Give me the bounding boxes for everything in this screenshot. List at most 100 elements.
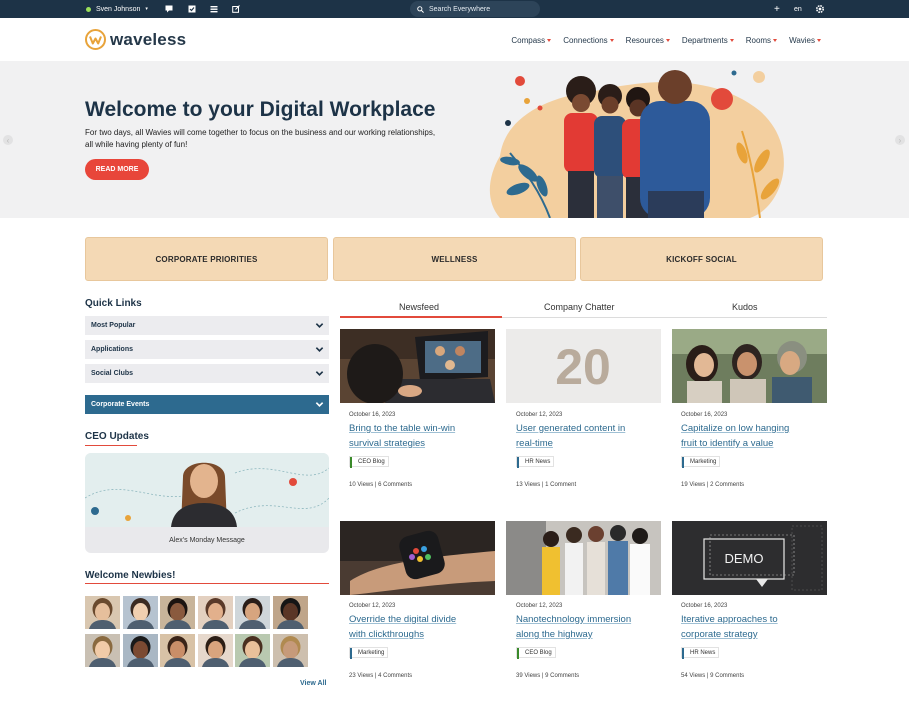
chat-icon[interactable] [164, 4, 173, 13]
site-header: waveless Compass Connections Resources D… [0, 18, 909, 61]
card-tag[interactable]: HR News [516, 456, 555, 468]
ceo-message-card[interactable]: Alex's Monday Message [85, 453, 329, 553]
card-tag-label: Marketing [690, 458, 717, 465]
quick-link-social-clubs[interactable]: Social Clubs [85, 364, 329, 383]
newbie-avatar[interactable] [160, 596, 195, 629]
nav-wavies[interactable]: Wavies [789, 36, 821, 45]
card-stats: 54 Views | 9 Comments [681, 673, 745, 679]
newbie-avatar[interactable] [272, 596, 308, 629]
newbie-avatar[interactable] [197, 634, 233, 667]
carousel-prev-icon[interactable]: ‹ [3, 135, 13, 145]
card-tag[interactable]: CEO Blog [516, 647, 556, 659]
card-image-twenty[interactable]: 20 [506, 329, 661, 403]
quick-link-label: Corporate Events [91, 401, 150, 408]
hero-people-illustration [489, 70, 784, 218]
tag-color-bar [517, 648, 519, 659]
nav-departments[interactable]: Departments [682, 36, 734, 45]
search-icon [417, 5, 424, 13]
newbie-avatar[interactable] [122, 634, 158, 667]
card-title-line[interactable]: survival strategies [349, 436, 499, 451]
nav-connections[interactable]: Connections [563, 36, 614, 45]
card-image-team[interactable] [506, 521, 661, 595]
nav-resources[interactable]: Resources [626, 36, 670, 45]
tag-color-bar [682, 648, 684, 659]
newbie-avatar[interactable] [85, 634, 120, 667]
quick-link-applications[interactable]: Applications [85, 340, 329, 359]
news-icon[interactable] [209, 4, 218, 13]
quick-link-most-popular[interactable]: Most Popular [85, 316, 329, 335]
card-title-line[interactable]: with clickthroughs [349, 627, 499, 642]
kickoff-social-button[interactable]: KICKOFF SOCIAL [580, 237, 823, 281]
ceo-updates-title: CEO Updates [85, 431, 149, 442]
settings-gear-icon[interactable] [815, 0, 825, 18]
card-title-line[interactable]: User generated content in [516, 421, 666, 436]
wellness-button[interactable]: WELLNESS [333, 237, 576, 281]
card-date: October 16, 2023 [681, 412, 728, 418]
ceo-photo [85, 453, 329, 527]
card-tag-label: Marketing [358, 649, 385, 656]
card-title-line[interactable]: Bring to the table win-win [349, 421, 499, 436]
caret-down-icon [773, 39, 778, 42]
card-tag-label: CEO Blog [358, 458, 385, 465]
card-tag[interactable]: HR News [681, 647, 720, 659]
card-stats: 19 Views | 2 Comments [681, 482, 745, 488]
card-date: October 12, 2023 [516, 412, 563, 418]
card-tag[interactable]: Marketing [681, 456, 721, 468]
card-tag[interactable]: Marketing [349, 647, 389, 659]
read-more-button[interactable]: READ MORE [85, 159, 149, 180]
card-title-line[interactable]: along the highway [516, 627, 666, 642]
corporate-priorities-button[interactable]: CORPORATE PRIORITIES [85, 237, 328, 281]
nav-compass[interactable]: Compass [511, 36, 552, 45]
newbie-avatar[interactable] [160, 634, 195, 667]
caret-down-icon [665, 39, 670, 42]
tasks-icon[interactable] [187, 4, 196, 13]
tab-newsfeed[interactable]: Newsfeed [399, 302, 439, 312]
language-label: en [794, 5, 802, 13]
newbie-avatar[interactable] [235, 596, 270, 629]
card-image-demo[interactable]: DEMO [672, 521, 827, 595]
card-title-line[interactable]: real-time [516, 436, 666, 451]
card-title-line[interactable]: corporate strategy [681, 627, 831, 642]
card-image-smartwatch[interactable] [340, 521, 495, 595]
card-title-line[interactable]: Iterative approaches to [681, 612, 831, 627]
hero-description: For two days, all Wavies will come toget… [85, 128, 436, 149]
user-menu[interactable]: Sven Johnson ▾ [86, 0, 148, 18]
top-bar: Sven Johnson ▾ Search Everywhere + en [0, 0, 909, 18]
card-image-laptop[interactable] [340, 329, 495, 403]
chevron-down-icon [315, 371, 324, 376]
edit-icon[interactable] [231, 4, 240, 13]
add-icon[interactable]: + [774, 0, 780, 18]
wave-logo-icon [85, 29, 106, 50]
nav-rooms[interactable]: Rooms [746, 36, 778, 45]
chevron-down-icon [315, 347, 324, 352]
card-tag[interactable]: CEO Blog [349, 456, 389, 468]
logo[interactable]: waveless [85, 29, 186, 50]
tab-company-chatter[interactable]: Company Chatter [544, 302, 615, 312]
card-title-line[interactable]: Nanotechnology immersion [516, 612, 666, 627]
quick-link-label: Most Popular [91, 322, 136, 329]
newbie-avatar[interactable] [85, 596, 120, 629]
card-title-line[interactable]: Override the digital divide [349, 612, 499, 627]
carousel-next-icon[interactable]: › [895, 135, 905, 145]
newbie-avatar[interactable] [272, 634, 308, 667]
title-underline [85, 583, 329, 584]
global-search[interactable]: Search Everywhere [410, 1, 540, 17]
card-stats: 13 Views | 1 Comment [516, 482, 577, 488]
view-all-link[interactable]: View All [300, 680, 326, 687]
card-title-line[interactable]: Capitalize on low hanging [681, 421, 831, 436]
card-tag-label: HR News [525, 458, 551, 465]
card-tag-label: HR News [690, 649, 716, 656]
quick-link-corporate-events[interactable]: Corporate Events [85, 395, 329, 414]
card-title-line[interactable]: fruit to identify a value [681, 436, 831, 451]
card-image-text: 20 [555, 339, 611, 395]
card-image-friends[interactable] [672, 329, 827, 403]
newbie-avatar[interactable] [197, 596, 233, 629]
newbie-avatar[interactable] [122, 596, 158, 629]
newbie-avatar[interactable] [235, 634, 270, 667]
language-selector[interactable]: en [794, 0, 802, 18]
card-image-text: DEMO [725, 551, 764, 566]
nav-label: Resources [625, 36, 664, 45]
tab-kudos[interactable]: Kudos [732, 302, 758, 312]
nav-label: Departments [681, 36, 728, 45]
caret-down-icon [547, 39, 552, 42]
